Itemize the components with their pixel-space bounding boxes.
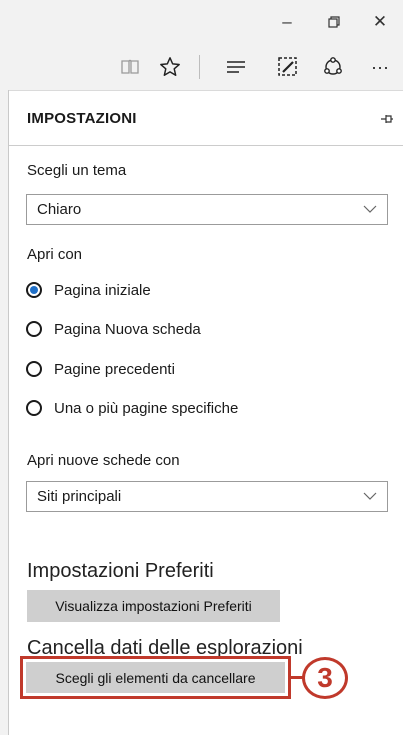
favorite-button[interactable] [152,49,188,85]
view-favorites-settings-button[interactable]: Visualizza impostazioni Preferiti [27,590,280,622]
hub-button[interactable] [218,49,254,85]
toolbar-separator [199,55,200,79]
minimize-icon: – [282,12,292,31]
theme-select-value: Chiaro [37,201,82,218]
radio-label: Una o più pagine specifiche [54,399,239,417]
pin-icon[interactable] [380,112,394,126]
radio-circle [26,361,42,377]
browser-toolbar: ··· [0,44,403,91]
minimize-button[interactable]: – [264,0,310,44]
radio-label: Pagina iniziale [54,281,151,299]
radio-pagine-precedenti[interactable]: Pagine precedenti [26,358,175,380]
more-icon: ··· [371,56,389,77]
radio-pagina-nuova-scheda[interactable]: Pagina Nuova scheda [26,318,201,340]
step-number-badge: 3 [302,657,348,699]
theme-label: Scegli un tema [27,162,127,179]
web-note-button[interactable] [270,49,306,85]
restore-button[interactable] [311,0,357,44]
new-tabs-label: Apri nuove schede con [27,452,180,469]
panel-divider [9,145,403,146]
more-button[interactable]: ··· [362,49,398,85]
radio-pagine-specifiche[interactable]: Una o più pagine specifiche [26,397,238,419]
radio-selected-dot [30,286,38,294]
restore-icon [328,16,340,28]
title-bar: – ✕ [0,0,403,44]
close-icon: ✕ [372,12,388,31]
radio-circle [26,400,42,416]
share-icon [324,57,342,75]
theme-select[interactable]: Chiaro [26,194,388,225]
new-tabs-select-value: Siti principali [37,488,122,505]
panel-title: IMPOSTAZIONI [27,110,137,127]
new-tabs-select[interactable]: Siti principali [26,481,388,512]
radio-circle [26,321,42,337]
share-button[interactable] [315,49,351,85]
radio-label: Pagine precedenti [54,360,175,378]
radio-circle [26,282,42,298]
reading-view-button[interactable] [112,49,148,85]
open-with-label: Apri con [27,246,83,263]
favorites-heading: Impostazioni Preferiti [27,560,214,582]
highlight-box [20,656,291,699]
radio-pagina-iniziale[interactable]: Pagina iniziale [26,279,151,301]
star-icon [160,57,180,76]
close-button[interactable]: ✕ [357,0,403,44]
chevron-down-icon [363,492,377,500]
web-note-icon [278,57,297,76]
chevron-down-icon [363,205,377,213]
hub-icon [227,61,245,73]
radio-label: Pagina Nuova scheda [54,320,201,338]
page-edge [0,90,9,735]
reading-view-icon [121,59,139,74]
